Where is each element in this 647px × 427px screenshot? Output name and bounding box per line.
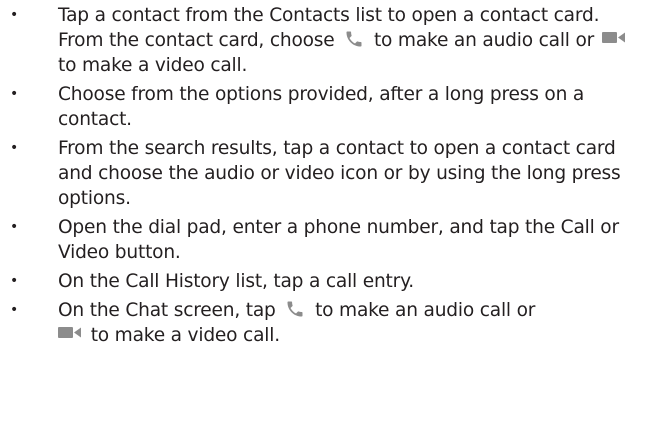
video-camera-icon [58, 326, 82, 340]
item-text: Choose from the options provided, after … [58, 84, 585, 130]
phone-icon [344, 29, 364, 49]
phone-icon [285, 299, 305, 319]
list-item: • Tap a contact from the Contacts list t… [0, 3, 647, 78]
list-item: • Open the dial pad, enter a phone numbe… [0, 215, 647, 265]
list-item: • On the Call History list, tap a call e… [0, 269, 647, 294]
item-text: to make a video call. [85, 325, 280, 346]
item-text: On the Chat screen, tap [58, 300, 282, 321]
video-camera-icon [601, 31, 626, 45]
list-item: • On the Chat screen, tap to make an aud… [0, 298, 647, 348]
call-methods-list: • Tap a contact from the Contacts list t… [0, 3, 647, 352]
item-text: to make an audio call or [309, 300, 536, 321]
bullet-marker: • [9, 273, 19, 289]
item-text: From the search results, tap a contact t… [58, 138, 621, 209]
list-item: • From the search results, tap a contact… [0, 136, 647, 211]
item-text: to make an audio call or [368, 30, 600, 51]
bullet-marker: • [9, 302, 19, 318]
bullet-marker: • [9, 86, 19, 102]
document-page: • Tap a contact from the Contacts list t… [0, 0, 647, 427]
item-text: to make a video call. [58, 55, 248, 76]
item-text: Open the dial pad, enter a phone number,… [58, 217, 619, 263]
bullet-marker: • [9, 7, 19, 23]
bullet-marker: • [9, 219, 19, 235]
item-text: On the Call History list, tap a call ent… [58, 271, 414, 292]
bullet-marker: • [9, 140, 19, 156]
list-item: • Choose from the options provided, afte… [0, 82, 647, 132]
